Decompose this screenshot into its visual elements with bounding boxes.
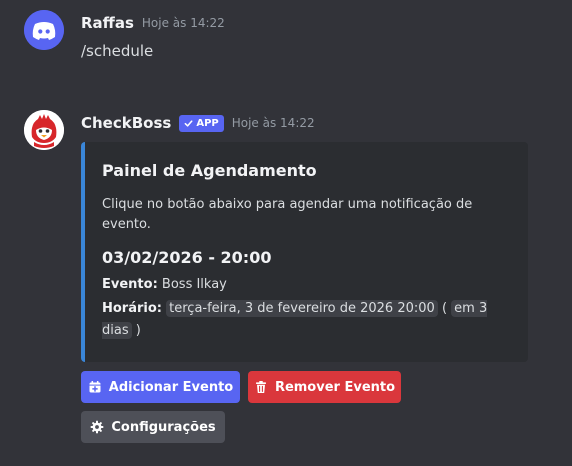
settings-button[interactable]: Configurações <box>81 411 225 443</box>
timestamp-chip[interactable]: terça-feira, 3 de fevereiro de 2026 20:0… <box>166 300 438 317</box>
user-avatar[interactable] <box>24 10 64 50</box>
embed-event-line: Evento: Boss Ilkay <box>102 274 512 296</box>
settings-label: Configurações <box>111 419 216 435</box>
add-event-label: Adicionar Evento <box>108 379 234 395</box>
username[interactable]: Raffas <box>81 14 134 32</box>
calendar-plus-icon <box>89 381 101 393</box>
bot-avatar[interactable] <box>24 110 64 150</box>
discord-logo-icon <box>24 10 64 50</box>
embed-card: Painel de Agendamento Clique no botão ab… <box>81 142 528 362</box>
embed-description: Clique no botão abaixo para agendar uma … <box>102 197 473 232</box>
remove-event-button[interactable]: Remover Evento <box>248 371 401 403</box>
timestamp: Hoje às 14:22 <box>141 16 225 30</box>
trash-icon <box>255 381 266 393</box>
app-badge: APP <box>179 114 224 132</box>
time-label: Horário: <box>102 301 162 316</box>
remove-event-label: Remover Evento <box>274 379 396 395</box>
embed-datetime-heading: 03/02/2026 - 20:00 <box>102 248 272 267</box>
username[interactable]: CheckBoss <box>81 114 171 132</box>
message-content: /schedule <box>81 42 154 60</box>
event-value: Boss Ilkay <box>161 277 227 292</box>
embed-time-line: Horário: terça-feira, 3 de fevereiro de … <box>102 298 512 342</box>
gear-icon <box>90 420 104 434</box>
red-mascot-icon <box>24 110 64 150</box>
relative-open-paren: ( <box>441 301 448 316</box>
relative-close-paren: ) <box>135 323 141 338</box>
event-label: Evento: <box>102 277 158 292</box>
app-badge-label: APP <box>196 117 219 129</box>
checkmark-icon <box>184 119 193 127</box>
embed-title: Painel de Agendamento <box>102 161 317 180</box>
timestamp: Hoje às 14:22 <box>231 116 315 130</box>
add-event-button[interactable]: Adicionar Evento <box>81 371 240 403</box>
